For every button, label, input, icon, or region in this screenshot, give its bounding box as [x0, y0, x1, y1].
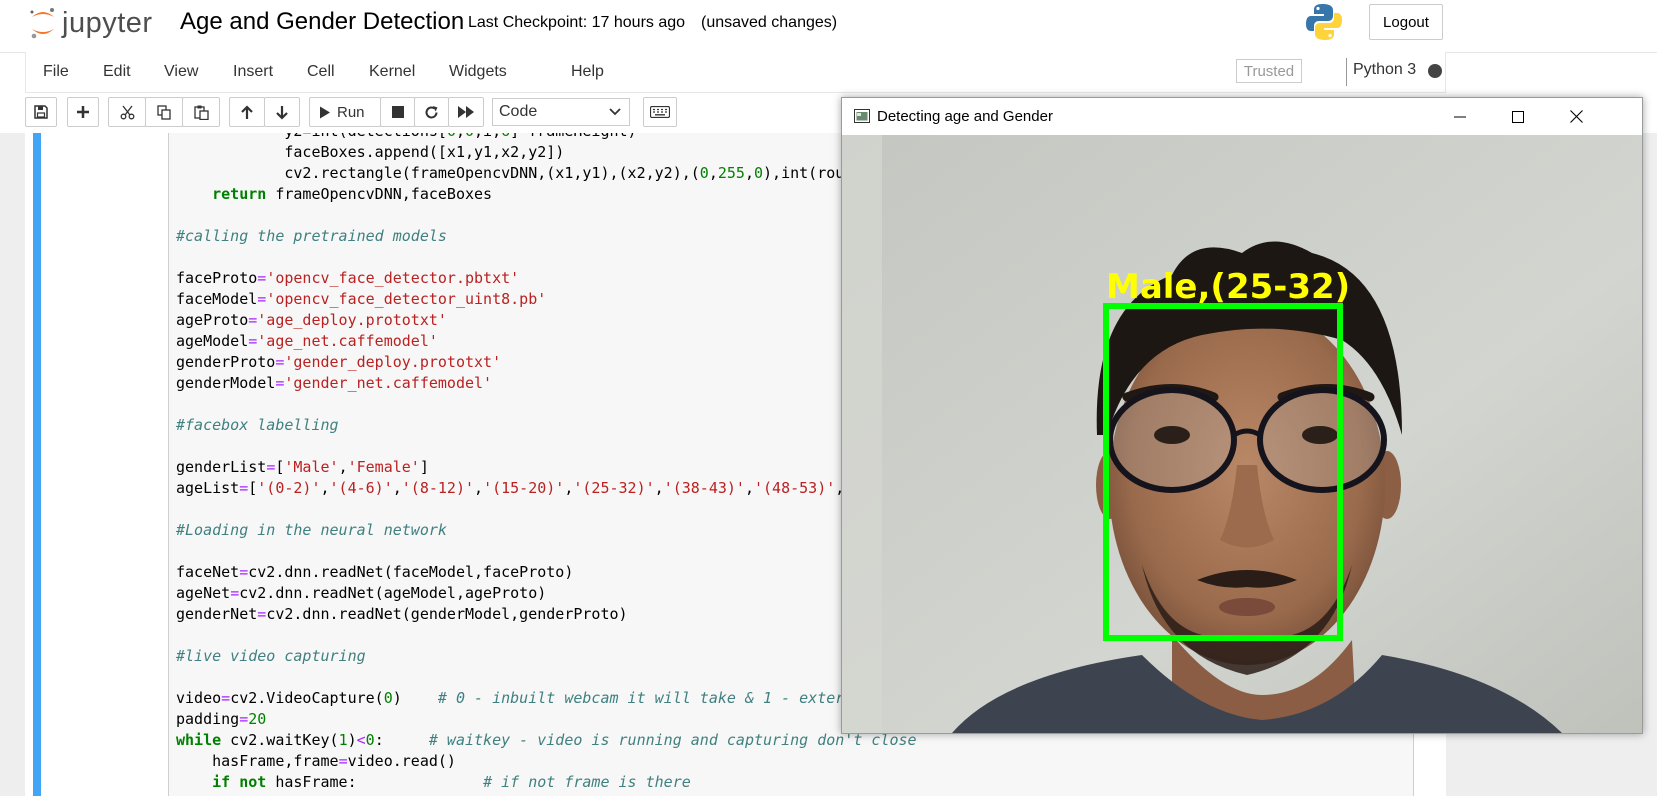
kernel-divider [1346, 58, 1347, 86]
menu-insert[interactable]: Insert [233, 63, 273, 81]
window-titlebar[interactable]: Detecting age and Gender [842, 98, 1642, 135]
kernel-name[interactable]: Python 3 [1353, 61, 1416, 79]
insert-cell-button[interactable] [67, 97, 99, 127]
jupyter-logo-icon [30, 8, 54, 39]
chevron-down-icon [609, 108, 621, 116]
interrupt-button[interactable] [380, 97, 415, 127]
restart-icon [425, 105, 438, 118]
keyboard-icon [650, 106, 670, 118]
menu-file[interactable]: File [43, 63, 69, 81]
cut-button[interactable] [108, 97, 146, 127]
detection-label: Male,(25-32) [1106, 267, 1350, 307]
copy-icon [156, 104, 171, 120]
run-icon [320, 106, 330, 118]
menu-view[interactable]: View [164, 63, 198, 81]
webcam-scene [842, 135, 1642, 733]
minimize-button[interactable] [1431, 98, 1489, 135]
menubar: File Edit View Insert Cell Kernel Widget… [25, 52, 1446, 93]
menu-help[interactable]: Help [571, 63, 604, 81]
menu-edit[interactable]: Edit [103, 63, 131, 81]
detection-window[interactable]: Detecting age and Gender Male,(25-32) [841, 97, 1643, 734]
move-down-button[interactable] [264, 97, 300, 127]
notebook-title[interactable]: Age and Gender Detection [180, 8, 464, 36]
move-up-icon [241, 104, 253, 119]
checkpoint-status: Last Checkpoint: 17 hours ago [468, 14, 686, 31]
webcam-frame: Male,(25-32) [842, 135, 1642, 733]
close-icon [1569, 110, 1583, 123]
run-button[interactable]: Run [309, 97, 381, 127]
move-up-button[interactable] [229, 97, 265, 127]
copy-button[interactable] [145, 97, 183, 127]
paste-button[interactable] [182, 97, 220, 127]
save-icon [34, 105, 48, 119]
move-down-icon [276, 105, 288, 120]
menu-cell[interactable]: Cell [307, 63, 335, 81]
close-button[interactable] [1547, 98, 1605, 135]
trusted-indicator[interactable]: Trusted [1236, 59, 1302, 83]
fast-forward-icon [458, 106, 474, 118]
maximize-button[interactable] [1489, 98, 1547, 135]
cell-type-value: Code [499, 103, 538, 120]
restart-run-all-button[interactable] [448, 97, 484, 127]
python-logo-icon [1305, 2, 1343, 47]
add-icon [77, 106, 89, 118]
stop-icon [391, 106, 404, 118]
paste-icon [193, 105, 209, 120]
selected-cell-indicator [33, 133, 41, 796]
menu-widgets[interactable]: Widgets [449, 63, 507, 81]
logout-button[interactable]: Logout [1369, 4, 1443, 40]
jupyter-logo[interactable]: jupyter [28, 4, 153, 42]
run-label: Run [337, 103, 365, 121]
restart-button[interactable] [414, 97, 449, 127]
command-palette-button[interactable] [643, 97, 677, 127]
maximize-icon [1512, 110, 1524, 123]
cut-icon [120, 105, 134, 119]
app-icon [854, 109, 870, 123]
menu-kernel[interactable]: Kernel [369, 63, 415, 81]
autosave-status: (unsaved changes) [701, 14, 838, 31]
save-button[interactable] [25, 97, 57, 127]
cell-type-select[interactable]: Code [492, 98, 630, 126]
notebook-header: jupyter Age and Gender Detection Last Ch… [0, 0, 1657, 53]
window-title: Detecting age and Gender [877, 108, 1053, 125]
logo-text: jupyter [62, 6, 153, 39]
kernel-status-icon [1428, 64, 1442, 78]
minimize-icon [1454, 116, 1466, 117]
